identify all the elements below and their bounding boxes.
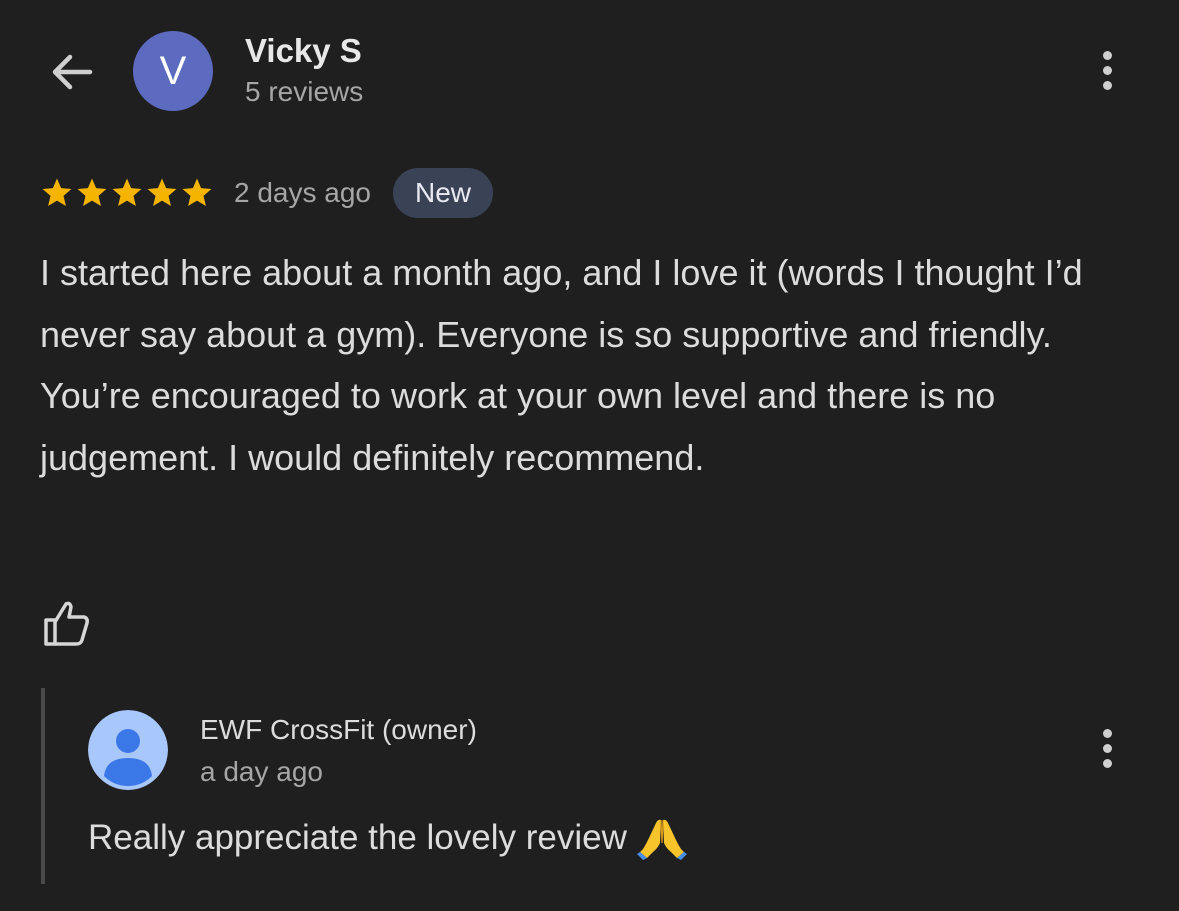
more-vertical-icon-dot (1102, 65, 1112, 75)
arrow-left-icon (52, 54, 93, 90)
reviewer-name[interactable]: Vicky S (245, 32, 362, 70)
like-button[interactable] (36, 596, 98, 652)
star-icon (112, 178, 142, 207)
more-vertical-icon (1102, 728, 1112, 738)
owner-name: EWF CrossFit (owner) (200, 714, 477, 745)
owner-reply-date: a day ago (200, 756, 323, 787)
more-vertical-icon-dot (1102, 743, 1112, 753)
star-icon (42, 178, 72, 207)
owner-reply-text-row: Really appreciate the lovely review (88, 816, 687, 860)
more-vertical-icon-dot (1102, 758, 1112, 768)
star-rating (40, 176, 214, 210)
review-text: I started here about a month ago, and I … (40, 252, 1083, 478)
owner-reply: EWF CrossFit (owner) a day ago Really ap… (41, 688, 1141, 884)
rating-row: 2 days ago New (40, 168, 494, 218)
reviewer-review-count: 5 reviews (245, 76, 364, 107)
reply-menu-button[interactable] (1087, 720, 1127, 776)
review-header: V Vicky S 5 reviews (0, 0, 1179, 140)
star-icon (182, 178, 212, 207)
back-button[interactable] (44, 44, 100, 100)
new-badge: New (393, 168, 494, 218)
star-icon (77, 178, 107, 207)
folded-hands-icon (636, 819, 687, 860)
owner-reply-text: Really appreciate the lovely review (88, 818, 627, 857)
owner-avatar[interactable] (88, 710, 168, 790)
review-menu-button[interactable] (1087, 42, 1127, 98)
review-date: 2 days ago (234, 177, 371, 208)
more-vertical-icon-dot (1102, 80, 1112, 90)
more-vertical-icon (1102, 50, 1112, 60)
reply-divider (41, 688, 45, 884)
reviewer-avatar[interactable]: V (133, 31, 213, 111)
star-icon (147, 178, 177, 207)
reviewer-avatar-letter: V (159, 48, 187, 93)
thumbs-up-icon (44, 601, 89, 646)
person-avatar-icon (88, 710, 168, 790)
